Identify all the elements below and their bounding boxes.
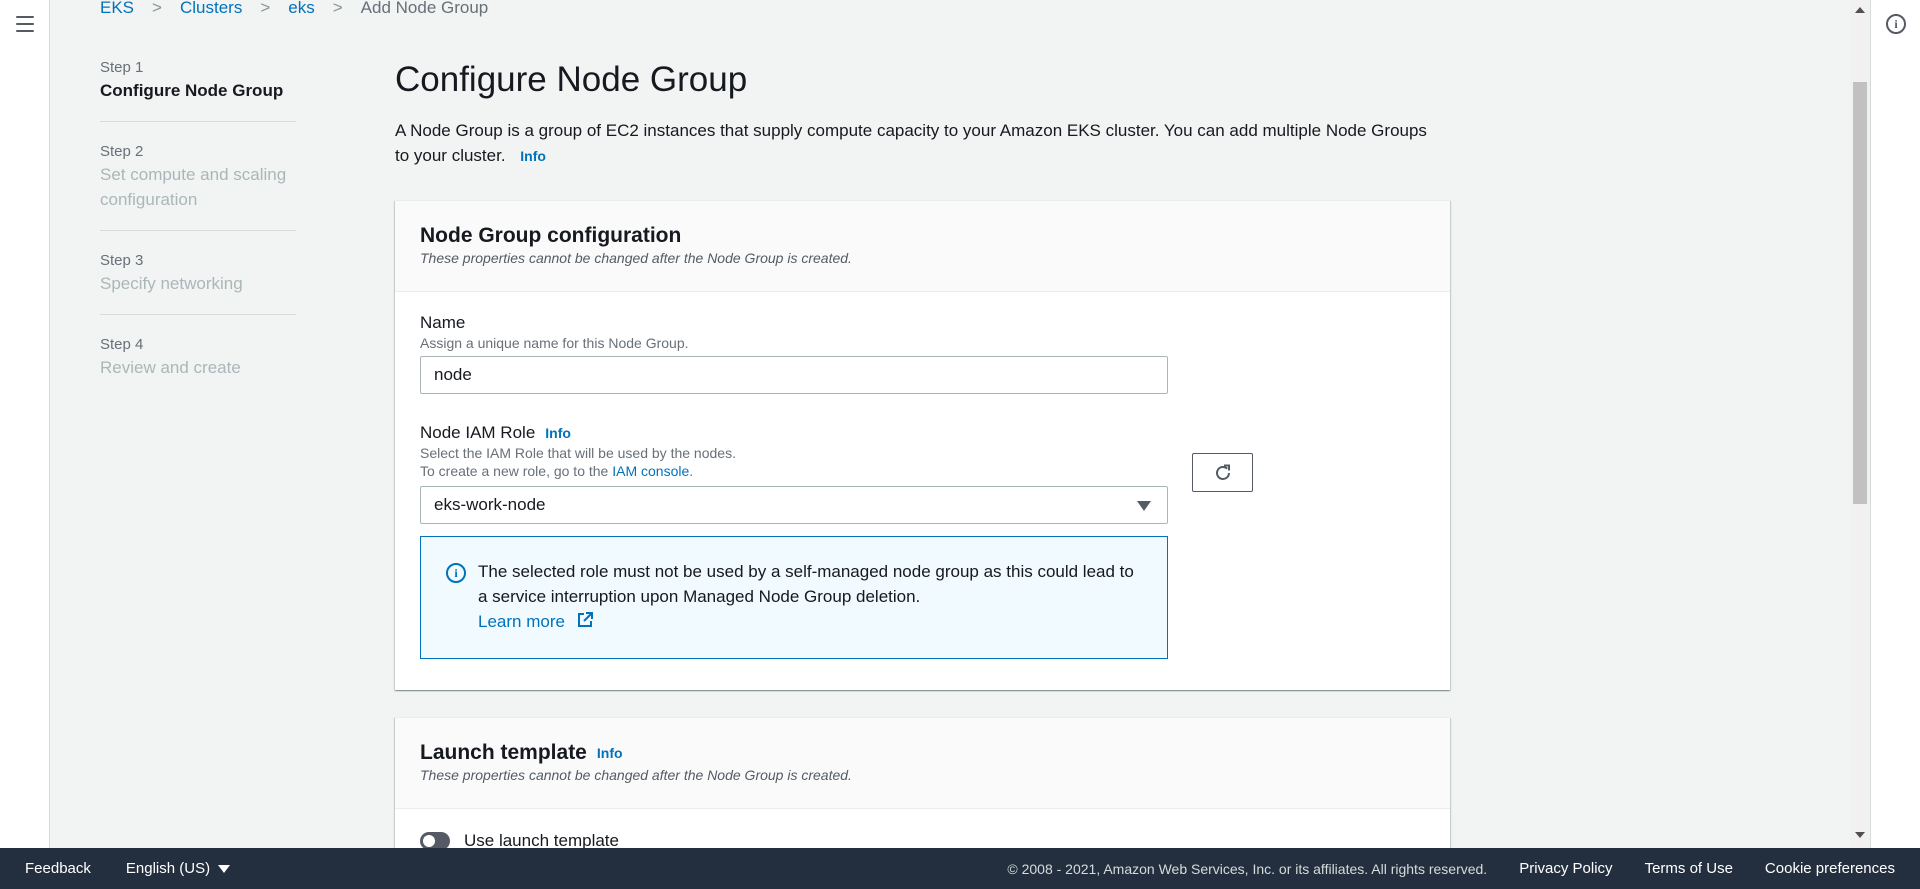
chevron-right-icon: > xyxy=(152,0,162,17)
launch-template-title-row: Launch template Info xyxy=(420,740,1425,766)
scroll-up-icon[interactable] xyxy=(1855,7,1865,13)
role-warning-alert: i The selected role must not be used by … xyxy=(420,536,1168,659)
breadcrumb-cluster-eks[interactable]: eks xyxy=(288,0,314,16)
step-number: Step 2 xyxy=(100,143,144,160)
step-4: Step 4 Review and create xyxy=(100,335,296,398)
privacy-policy-link[interactable]: Privacy Policy xyxy=(1519,860,1612,877)
learn-more-text: Learn more xyxy=(478,612,565,631)
step-title: Configure Node Group xyxy=(100,81,284,100)
name-description: Assign a unique name for this Node Group… xyxy=(420,335,689,351)
step-2: Step 2 Set compute and scaling configura… xyxy=(100,142,296,231)
iam-role-label-text: Node IAM Role xyxy=(420,423,536,442)
page-scrollbar[interactable] xyxy=(1850,0,1870,848)
copyright-text: © 2008 - 2021, Amazon Web Services, Inc.… xyxy=(1007,860,1488,877)
step-number: Step 1 xyxy=(100,59,144,76)
step-3: Step 3 Specify networking xyxy=(100,251,296,315)
page-description: A Node Group is a group of EC2 instances… xyxy=(395,118,1435,169)
panel-body: Name Assign a unique name for this Node … xyxy=(395,292,1450,679)
info-circle-icon[interactable]: i xyxy=(1886,14,1906,34)
panel-title: Launch template xyxy=(420,741,587,764)
iam-role-selected-value: eks-work-node xyxy=(434,495,546,514)
step-1: Step 1 Configure Node Group xyxy=(100,58,296,122)
learn-more-link[interactable]: Learn more xyxy=(478,612,594,631)
scroll-thumb[interactable] xyxy=(1853,82,1867,504)
left-nav-rail xyxy=(0,0,50,848)
iam-console-link[interactable]: IAM console xyxy=(612,463,689,479)
iam-role-select[interactable]: eks-work-node xyxy=(420,486,1168,524)
step-title: Set compute and scaling configuration xyxy=(100,165,287,209)
page-description-text: A Node Group is a group of EC2 instances… xyxy=(395,121,1427,165)
terms-of-use-link[interactable]: Terms of Use xyxy=(1645,860,1733,877)
iam-console-suffix: . xyxy=(689,463,694,479)
page-title: Configure Node Group xyxy=(395,60,748,99)
launch-template-panel: Launch template Info These properties ca… xyxy=(395,717,1450,857)
iam-role-description: Select the IAM Role that will be used by… xyxy=(420,445,736,461)
wizard-steps: Step 1 Configure Node Group Step 2 Set c… xyxy=(100,58,296,418)
page-info-link[interactable]: Info xyxy=(520,148,546,164)
scroll-down-icon[interactable] xyxy=(1855,832,1865,838)
caret-down-icon xyxy=(1137,501,1151,511)
caret-down-icon xyxy=(218,864,231,873)
alert-text: The selected role must not be used by a … xyxy=(478,562,1134,606)
feedback-link[interactable]: Feedback xyxy=(25,860,91,877)
language-selector[interactable]: English (US) xyxy=(125,860,231,877)
breadcrumb-current: Add Node Group xyxy=(360,0,489,17)
panel-header: Launch template Info These properties ca… xyxy=(395,718,1450,809)
name-label: Name xyxy=(420,313,466,332)
panel-subtitle: These properties cannot be changed after… xyxy=(420,767,852,783)
launch-template-info-link[interactable]: Info xyxy=(597,740,623,766)
refresh-icon xyxy=(1215,464,1230,480)
name-input[interactable] xyxy=(420,356,1168,394)
step-number: Step 3 xyxy=(100,252,144,269)
panel-subtitle: These properties cannot be changed after… xyxy=(420,250,852,266)
iam-role-description-2: To create a new role, go to the IAM cons… xyxy=(420,462,1425,480)
iam-console-prefix: To create a new role, go to the xyxy=(420,463,609,479)
breadcrumb-eks[interactable]: EKS xyxy=(100,0,134,16)
step-title: Review and create xyxy=(100,358,241,377)
menu-icon[interactable] xyxy=(16,16,34,32)
breadcrumb-clusters[interactable]: Clusters xyxy=(180,0,242,16)
console-footer: Feedback English (US) © 2008 - 2021, Ama… xyxy=(0,848,1920,889)
step-number: Step 4 xyxy=(100,336,144,353)
node-group-config-panel: Node Group configuration These propertie… xyxy=(395,200,1450,690)
breadcrumb: EKS > Clusters > eks > Add Node Group xyxy=(100,0,488,16)
external-link-icon xyxy=(577,612,593,627)
panel-title: Node Group configuration xyxy=(420,224,682,247)
iam-role-info-link[interactable]: Info xyxy=(545,422,571,444)
chevron-right-icon: > xyxy=(332,0,343,17)
cookie-preferences-link[interactable]: Cookie preferences xyxy=(1765,860,1895,877)
step-title: Specify networking xyxy=(100,274,243,293)
right-tools-rail: i xyxy=(1870,0,1920,848)
panel-header: Node Group configuration These propertie… xyxy=(395,201,1450,292)
chevron-right-icon: > xyxy=(260,0,271,17)
iam-role-label: Node IAM Role Info xyxy=(420,422,1425,444)
info-circle-icon: i xyxy=(446,563,466,583)
language-label: English (US) xyxy=(125,860,211,877)
refresh-roles-button[interactable] xyxy=(1192,453,1253,492)
